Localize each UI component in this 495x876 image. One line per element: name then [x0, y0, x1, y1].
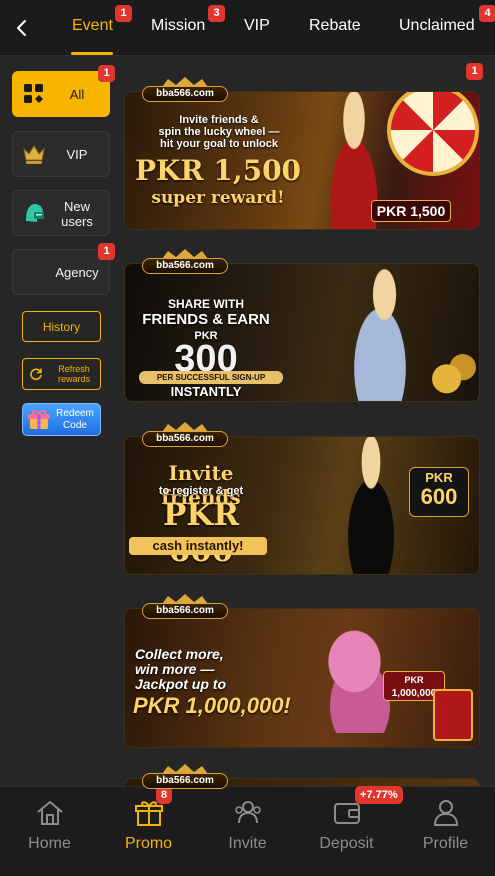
promo-banner-3[interactable]: Invite friends to register & get PKR 600… [124, 436, 480, 575]
banner-2-subtitle-2: INSTANTLY [170, 384, 242, 399]
sidebar-item-label: New users [61, 199, 93, 229]
active-tab-indicator [71, 52, 113, 55]
sidebar-item-agency[interactable]: Agency 1 [12, 243, 115, 295]
promo-banner-4[interactable]: Collect more, win more — Jackpot up to P… [124, 608, 480, 748]
history-button[interactable]: History [22, 311, 101, 342]
nav-home[interactable]: Home [0, 787, 99, 876]
banner-2-line-1: SHARE WITH [168, 297, 244, 311]
home-icon [37, 801, 63, 825]
banner-1-line-2: spin the lucky wheel — [158, 126, 280, 138]
nav-label: Promo [124, 835, 173, 852]
redeem-code-button[interactable]: Redeem Code [22, 403, 101, 436]
banner-1-tag: PKR 1,500 [371, 200, 451, 222]
refresh-rewards-button[interactable]: Refresh rewards [22, 358, 101, 390]
banner-1-line-3: hit your goal to unlock [160, 138, 278, 150]
banner-1-subtitle: super reward! [151, 188, 285, 208]
banner-1-badge: 1 [466, 63, 483, 80]
model-figure [331, 437, 411, 574]
model-figure [335, 264, 425, 401]
new-user-icon [21, 200, 47, 226]
banner-4-amount: PKR 1,000,000! [133, 693, 291, 718]
back-button[interactable] [6, 12, 38, 44]
nav-label: Profile [422, 835, 469, 852]
profile-icon [433, 800, 459, 826]
banner-2-subtitle: PER SUCCESSFUL SIGN-UP [139, 371, 283, 384]
banner-3-line-2: to register & get [158, 485, 244, 497]
banner-1-amount: PKR 1,500 [134, 154, 302, 187]
crown-icon [21, 141, 47, 167]
nav-label: Deposit [319, 835, 374, 852]
banner-4-line-3: Jackpot up to [135, 676, 227, 692]
brand-logo: bba566.com [142, 77, 228, 103]
nav-label: Home [28, 835, 71, 852]
gift-card-icon [28, 410, 50, 429]
grid-icon [21, 81, 47, 107]
tab-event[interactable]: Event [72, 17, 113, 35]
banner-4-line-1: Collect more, [135, 646, 224, 662]
nav-label: Invite [228, 835, 267, 852]
top-tab-bar: Event 1 Mission 3 VIP Rebate Unclaimed 4 [0, 0, 495, 56]
brand-logo: bba566.com [142, 249, 228, 275]
banner-4-line-2: win more — [135, 661, 215, 677]
bottom-navigation: Home Promo 8 Invite Deposit +7.77% Profi… [0, 786, 495, 876]
tab-mission[interactable]: Mission [151, 17, 205, 35]
banner-3-subtitle: cash instantly! [129, 537, 267, 555]
lucky-wheel-icon [387, 92, 479, 176]
sidebar-item-vip[interactable]: VIP [12, 131, 110, 177]
brand-logo: bba566.com [142, 764, 228, 790]
nav-invite[interactable]: Invite [198, 787, 297, 876]
refresh-rewards-label: Refresh rewards [57, 364, 90, 384]
nav-promo[interactable]: Promo 8 [99, 786, 198, 876]
tab-mission-badge: 3 [208, 5, 225, 22]
tab-unclaimed-badge: 4 [479, 5, 495, 22]
sidebar-agency-badge: 1 [98, 243, 115, 260]
promo-screen: Event 1 Mission 3 VIP Rebate Unclaimed 4… [0, 0, 495, 876]
sidebar-item-new-users[interactable]: New users [12, 190, 110, 236]
sidebar-item-label: VIP [66, 146, 88, 162]
banner-3-amount: PKR 600 [162, 497, 240, 569]
brand-logo: bba566.com [142, 422, 228, 448]
promo-banner-1[interactable]: Invite friends & spin the lucky wheel — … [124, 91, 480, 230]
invite-icon [235, 801, 261, 824]
slot-machine-icon [433, 689, 473, 741]
banner-2-line-2: FRIENDS & EARN [142, 311, 270, 328]
sidebar-all-badge: 1 [98, 65, 115, 82]
nav-deposit[interactable]: Deposit +7.77% [297, 786, 403, 876]
brand-logo: bba566.com [142, 594, 228, 620]
tab-unclaimed[interactable]: Unclaimed [399, 17, 475, 35]
chevron-left-icon [17, 20, 26, 36]
banner-3-tag: PKR 600 [409, 467, 469, 517]
sidebar-item-label: Agency [55, 264, 99, 280]
nav-profile[interactable]: Profile [396, 787, 495, 876]
refresh-icon [30, 368, 42, 381]
tab-rebate[interactable]: Rebate [309, 17, 361, 35]
sidebar-item-label: All [69, 86, 85, 102]
coins-decoration [425, 344, 479, 401]
promo-banner-2[interactable]: SHARE WITH FRIENDS & EARN PKR 300 PER SU… [124, 263, 480, 402]
tab-vip[interactable]: VIP [244, 17, 270, 35]
category-sidebar: All 1 VIP New users Agency 1 History Ref… [0, 56, 118, 786]
tab-event-badge: 1 [115, 5, 132, 22]
redeem-code-label: Redeem Code [56, 408, 94, 431]
banner-1-line-1: Invite friends & [179, 114, 259, 126]
sidebar-item-all[interactable]: All 1 [12, 65, 115, 117]
